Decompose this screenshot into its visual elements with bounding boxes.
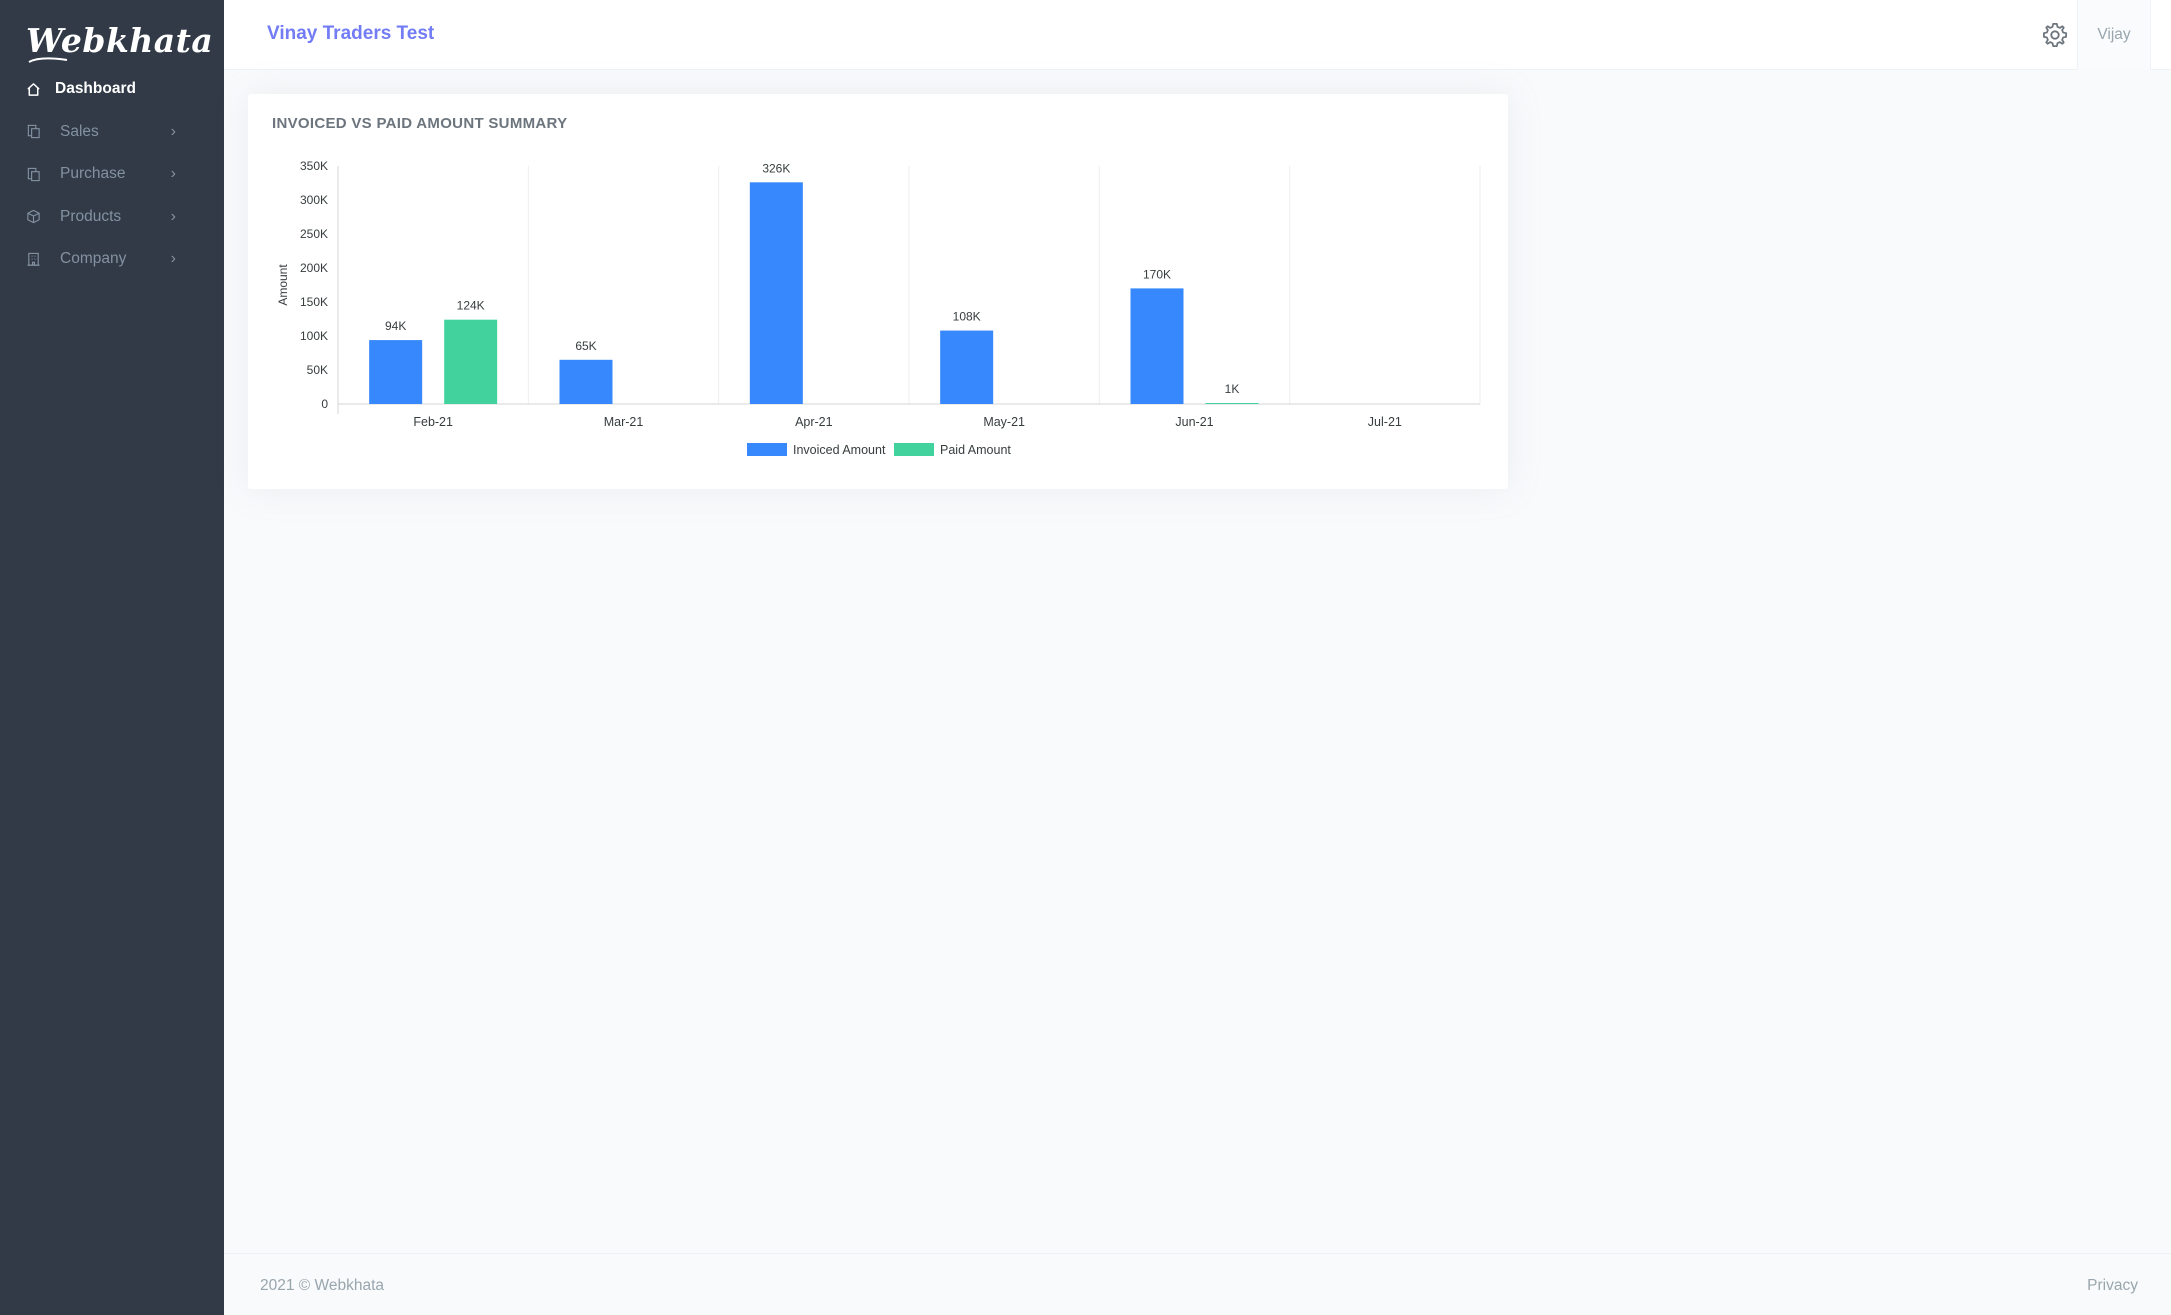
data-label: 65K [575,339,596,353]
data-label: 94K [385,319,406,333]
y-tick-label: 200K [300,261,328,275]
sidebar-item-label: Sales [60,122,99,140]
data-label: 170K [1143,267,1171,281]
data-label: 1K [1225,382,1240,396]
sidebar-nav: Dashboard Sales › Purchase › Products › [0,68,224,281]
chevron-right-icon: › [170,207,176,225]
sidebar-item-label: Products [60,207,122,225]
sales-doc-icon [25,124,41,140]
topbar: Vinay Traders Test Vijay [224,0,2171,70]
bar-paid [444,319,498,404]
company-title[interactable]: Vinay Traders Test [267,23,434,45]
x-tick-label: Jul-21 [1368,415,1402,429]
sidebar: Webkhata Dashboard Sales › Purchase › Pr… [0,0,224,1315]
sidebar-item-sales[interactable]: Sales › [0,111,224,154]
sidebar-item-label: Company [60,250,127,268]
bar-invoiced [559,359,613,404]
y-tick-label: 300K [300,193,328,207]
chevron-right-icon: › [170,122,176,140]
logo-swoosh-icon [28,57,68,63]
y-axis-title: Amount [276,264,290,306]
y-tick-label: 250K [300,227,328,241]
x-tick-label: May-21 [983,415,1025,429]
copyright-text: 2021 © Webkhata [260,1277,385,1294]
legend-label: Paid Amount [940,443,1011,457]
sidebar-item-label: Dashboard [55,80,136,98]
legend-label: Invoiced Amount [793,443,886,457]
bar-invoiced [940,330,994,404]
data-label: 108K [953,310,981,324]
legend-swatch [747,443,787,456]
chart-card: INVOICED VS PAID AMOUNT SUMMARY 0 50K 100K… [248,94,1508,489]
logo-text: Webkhata [26,20,214,60]
sidebar-item-products[interactable]: Products › [0,196,224,239]
building-icon [25,251,41,267]
chevron-right-icon: › [170,250,176,268]
y-tick-label: 50K [307,363,328,377]
data-label: 326K [762,161,790,175]
y-tick-label: 150K [300,295,328,309]
y-tick-label: 100K [300,329,328,343]
chevron-right-icon: › [170,165,176,183]
footer: 2021 © Webkhata Privacy [224,1253,2171,1315]
x-tick-label: Feb-21 [413,415,453,429]
user-name: Vijay [2097,26,2131,43]
box-icon [25,209,41,225]
data-label: 124K [457,299,485,313]
x-tick-label: Apr-21 [795,415,833,429]
invoiced-paid-bar-chart: 0 50K 100K 150K 200K 250K 300K 350K Amount Feb-21… [276,159,1481,457]
y-tick-label: 0 [321,397,328,411]
bar-invoiced [1130,288,1184,404]
bar-invoiced [369,340,423,404]
user-menu[interactable]: Vijay [2077,0,2151,70]
home-icon [25,81,41,97]
bar-paid [1205,403,1259,404]
sidebar-item-purchase[interactable]: Purchase › [0,153,224,196]
sidebar-item-company[interactable]: Company › [0,238,224,281]
legend-swatch [894,443,934,456]
purchase-doc-icon [25,166,41,182]
sidebar-item-label: Purchase [60,165,126,183]
logo[interactable]: Webkhata [26,16,213,64]
y-tick-label: 350K [300,159,328,173]
bar-invoiced [749,182,803,404]
gear-icon[interactable] [2041,21,2069,49]
x-tick-label: Mar-21 [604,415,644,429]
privacy-link[interactable]: Privacy [2087,1277,2138,1295]
x-tick-label: Jun-21 [1175,415,1213,429]
sidebar-item-dashboard[interactable]: Dashboard [0,68,224,111]
